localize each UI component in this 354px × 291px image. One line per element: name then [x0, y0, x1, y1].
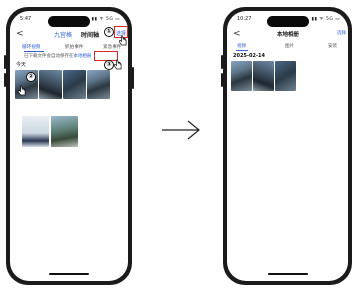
video-thumbnail[interactable]: [51, 116, 78, 147]
phone-side-button: [4, 55, 6, 69]
status-icons: ▮▮ ᯤ 5G ▭: [91, 17, 120, 22]
back-button[interactable]: <: [16, 29, 24, 39]
phone-side-button: [132, 67, 134, 89]
left-screen: 5:47 ▮▮ ᯤ 5G ▭ < 九宫格 时间轴 选择 ① 循环视频 抓拍事件 …: [10, 11, 128, 281]
dynamic-island: [48, 16, 90, 27]
tab-loop-video[interactable]: 循环视频: [22, 44, 40, 50]
hand-pointer-icon: [113, 59, 122, 70]
right-screen: 10:27 ▮▮ ᯤ 5G ▭ < 本地相册 选择 视频 图片 安装 2025-…: [227, 11, 348, 281]
video-thumbnail[interactable]: [253, 61, 274, 91]
page-title: 本地相册: [277, 32, 300, 38]
step-1-marker: ①: [104, 27, 114, 37]
dynamic-island: [266, 16, 309, 27]
local-album-link[interactable]: 本地相册: [74, 54, 92, 59]
arrow-right-icon: [162, 120, 200, 140]
left-phone: 5:47 ▮▮ ᯤ 5G ▭ < 九宫格 时间轴 选择 ① 循环视频 抓拍事件 …: [4, 7, 134, 285]
video-thumbnail[interactable]: [39, 70, 62, 99]
video-thumbnail[interactable]: [22, 116, 49, 147]
status-time: 10:27: [237, 16, 252, 22]
tab-timeline[interactable]: 时间轴: [81, 30, 99, 39]
tab-snapshot-events[interactable]: 抓拍事件: [65, 44, 83, 50]
back-button[interactable]: <: [233, 29, 241, 39]
video-thumbnail[interactable]: [275, 61, 296, 91]
phone-side-button: [221, 55, 223, 69]
phone-side-button: [4, 73, 6, 87]
hand-pointer-icon: [17, 85, 26, 96]
video-thumbnail[interactable]: [87, 70, 110, 99]
right-phone: 10:27 ▮▮ ᯤ 5G ▭ < 本地相册 选择 视频 图片 安装 2025-…: [221, 7, 352, 285]
tab-install[interactable]: 安装: [328, 43, 337, 49]
top-nav: < 本地相册 选择: [227, 29, 348, 41]
tab-grid[interactable]: 九宫格: [54, 30, 72, 39]
step-2-marker: ②: [26, 72, 36, 82]
select-button[interactable]: 选择: [337, 30, 346, 36]
date-header: 2025-02-14: [233, 53, 265, 59]
tab-emergency-events[interactable]: 紧急事件: [103, 44, 121, 50]
home-indicator: [49, 273, 89, 275]
tab-photos[interactable]: 图片: [285, 43, 294, 49]
status-icons: ▮▮ ᯤ 5G ▭: [311, 17, 340, 22]
status-time: 5:47: [20, 16, 32, 22]
home-indicator: [267, 273, 308, 275]
active-tab-underline: [24, 51, 44, 53]
active-tab-underline: [236, 50, 248, 52]
section-title-today: 今天: [16, 62, 27, 68]
save-notice-text: 已下载文件会自动保存在: [24, 54, 74, 59]
video-thumbnail[interactable]: [63, 70, 86, 99]
save-notice: 已下载文件会自动保存在本地相册: [24, 53, 92, 59]
tab-videos[interactable]: 视频: [237, 43, 246, 49]
video-thumbnail[interactable]: [231, 61, 252, 91]
phone-side-button: [221, 73, 223, 87]
